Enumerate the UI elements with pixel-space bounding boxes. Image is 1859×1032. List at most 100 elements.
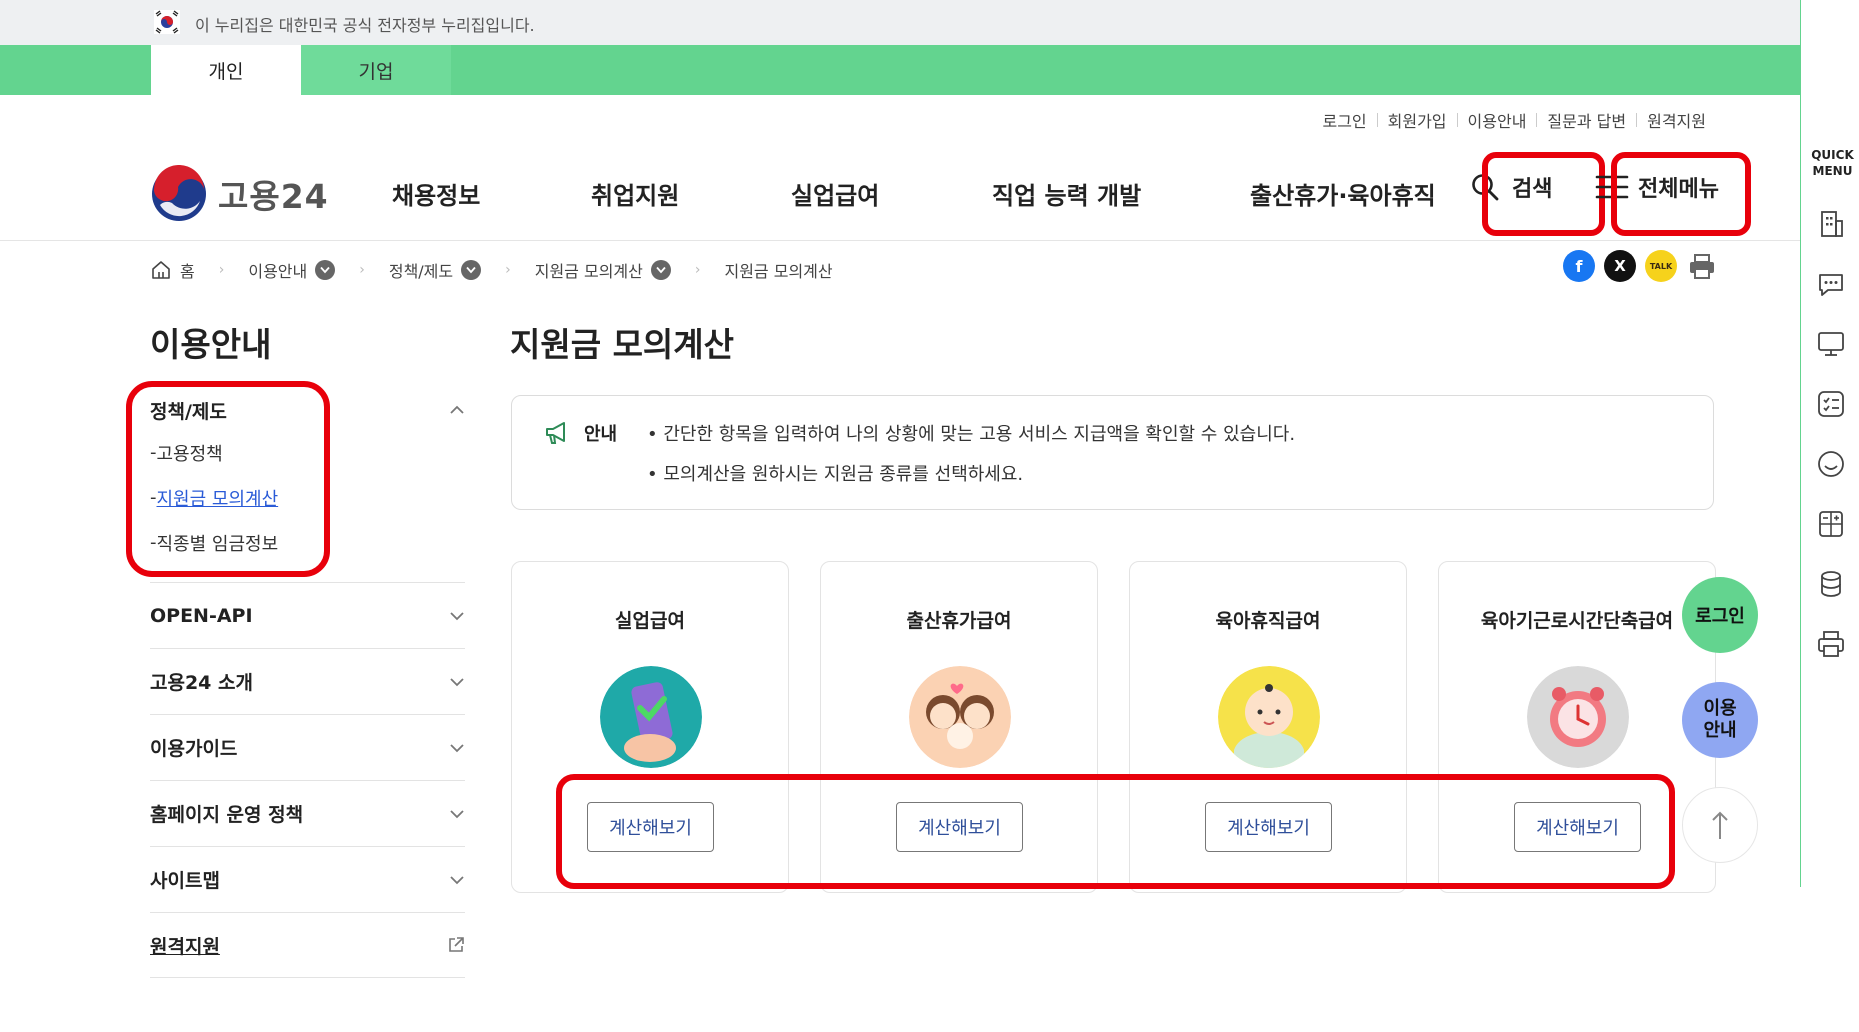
quick-menu-title: QUICK MENU <box>1806 147 1859 179</box>
korea-flag-icon <box>154 10 180 34</box>
printer-icon[interactable] <box>1816 629 1846 659</box>
lnb-section-label: 사이트맵 <box>150 870 220 892</box>
breadcrumb-home[interactable]: 홈 <box>150 258 195 282</box>
phone-check-illustration-icon <box>600 666 702 768</box>
quick-menu-title-line: MENU <box>1812 164 1853 178</box>
alarm-clock-illustration-icon <box>1527 666 1629 768</box>
notice-label: 안내 <box>544 420 617 446</box>
utility-links: 로그인 회원가입 이용안내 질문과 답변 원격지원 <box>1312 108 1716 132</box>
signup-link[interactable]: 회원가입 <box>1378 108 1457 132</box>
gov-banner-text: 이 누리집은 대한민국 공식 전자정부 누리집입니다. <box>195 16 535 35</box>
highlight-search <box>1482 152 1605 236</box>
calculator-icon[interactable] <box>1816 509 1846 539</box>
floating-login-button[interactable]: 로그인 <box>1682 577 1758 653</box>
lnb-section-label: OPEN-API <box>150 604 253 627</box>
chevron-right-icon: › <box>218 262 225 278</box>
print-icon[interactable] <box>1686 250 1718 282</box>
notice-label-text: 안내 <box>584 424 618 445</box>
external-link-icon <box>449 937 464 952</box>
megaphone-icon <box>546 422 565 444</box>
breadcrumb-policy[interactable]: 정책/제도 <box>388 258 482 282</box>
scroll-top-button[interactable] <box>1682 787 1758 863</box>
chevron-up-icon <box>450 405 464 414</box>
nav-maternity-parental-leave[interactable]: 출산휴가·육아휴직 <box>1250 176 1436 211</box>
card-title: 육아기근로시간단축급여 <box>1480 610 1674 632</box>
card-title: 출산휴가급여 <box>906 610 1012 632</box>
checklist-icon[interactable] <box>1816 389 1846 419</box>
audience-tab-bar: 개인 기업 <box>0 45 1800 95</box>
breadcrumb-current: 지원금 모의계산 <box>724 258 832 282</box>
quick-menu-title-line: QUICK <box>1811 148 1854 162</box>
remote-support-link[interactable]: 원격지원 <box>1637 108 1716 132</box>
tab-business[interactable]: 기업 <box>301 45 451 95</box>
notice-line: • 간단한 항목을 입력하여 나의 상황에 맞는 고용 서비스 지급액을 확인할… <box>647 424 1296 445</box>
card-title: 실업급여 <box>615 610 685 632</box>
chevron-right-icon: › <box>505 262 511 278</box>
quick-menu-divider <box>1800 0 1801 887</box>
nav-employment-support[interactable]: 취업지원 <box>591 176 679 211</box>
page-title: 지원금 모의계산 <box>510 325 735 364</box>
arrow-up-icon <box>1712 811 1728 839</box>
lnb-section-site-policy[interactable]: 홈페이지 운영 정책 <box>150 780 465 846</box>
smile-icon[interactable] <box>1816 449 1846 479</box>
nav-job-info[interactable]: 채용정보 <box>392 176 480 211</box>
lnb-section-remote-support[interactable]: 원격지원 <box>150 912 465 978</box>
chat-bubble-icon[interactable] <box>1816 269 1846 299</box>
lnb-section-label: 이용가이드 <box>150 738 238 760</box>
chevron-down-icon <box>450 875 464 884</box>
highlight-lnb-policy <box>126 381 330 577</box>
chevron-right-icon: › <box>694 262 701 278</box>
chevron-down-icon <box>450 677 464 686</box>
chevron-down-icon[interactable] <box>461 260 482 280</box>
breadcrumb: 홈 › 이용안내 › 정책/제도 › 지원금 모의계산 › 지원금 모의계산 <box>150 255 833 285</box>
lnb-section-label: 원격지원 <box>150 935 220 958</box>
breadcrumb-current-label: 지원금 모의계산 <box>724 262 833 281</box>
notice-box: 안내 • 간단한 항목을 입력하여 나의 상황에 맞는 고용 서비스 지급액을 … <box>511 395 1714 510</box>
database-icon[interactable] <box>1816 569 1846 599</box>
facebook-icon[interactable]: f <box>1563 250 1595 282</box>
kakao-glyph: TALK <box>1649 261 1673 271</box>
gov-banner: 이 누리집은 대한민국 공식 전자정부 누리집입니다. <box>0 0 1800 45</box>
floating-guide-button[interactable]: 이용 안내 <box>1682 682 1758 758</box>
breadcrumb-guide-label: 이용안내 <box>248 262 308 281</box>
building-icon[interactable] <box>1816 209 1846 239</box>
breadcrumb-policy-label: 정책/제도 <box>388 262 454 281</box>
logo-text: 고용24 <box>218 177 329 216</box>
lnb-section-open-api[interactable]: OPEN-API <box>150 582 465 648</box>
floating-guide-label: 이용 <box>1703 698 1737 719</box>
kakao-talk-icon[interactable]: TALK <box>1645 250 1677 282</box>
card-title: 육아휴직급여 <box>1215 610 1321 632</box>
breadcrumb-guide[interactable]: 이용안내 <box>248 258 336 282</box>
breadcrumb-calculator-label: 지원금 모의계산 <box>534 262 643 281</box>
site-logo[interactable]: 고용24 <box>150 165 329 223</box>
facebook-glyph: f <box>1575 256 1583 276</box>
notice-line-text: 모의계산을 원하시는 지원금 종류를 선택하세요. <box>663 464 1024 485</box>
lnb-section-sitemap[interactable]: 사이트맵 <box>150 846 465 912</box>
header-divider <box>0 240 1800 241</box>
qna-link[interactable]: 질문과 답변 <box>1537 108 1636 132</box>
x-glyph: X <box>1614 257 1626 275</box>
breadcrumb-home-label: 홈 <box>180 262 195 281</box>
lnb-section-label: 고용24 소개 <box>150 672 253 694</box>
chevron-down-icon[interactable] <box>650 260 671 280</box>
nav-vocational-training[interactable]: 직업 능력 개발 <box>992 176 1141 211</box>
floating-guide-label: 안내 <box>1703 720 1737 741</box>
tab-personal[interactable]: 개인 <box>151 45 301 95</box>
lnb-section-usage-guide[interactable]: 이용가이드 <box>150 714 465 780</box>
monitor-icon[interactable] <box>1816 329 1846 359</box>
chevron-down-icon <box>450 611 464 620</box>
home-icon <box>152 261 170 279</box>
breadcrumb-calculator[interactable]: 지원금 모의계산 <box>535 258 671 282</box>
x-icon[interactable]: X <box>1604 250 1636 282</box>
chevron-down-icon[interactable] <box>315 260 336 280</box>
family-illustration-icon <box>909 666 1011 768</box>
chevron-down-icon <box>450 743 464 752</box>
lnb-section-about[interactable]: 고용24 소개 <box>150 648 465 714</box>
nav-unemployment-benefit[interactable]: 실업급여 <box>791 176 879 211</box>
lnb-title: 이용안내 <box>150 325 272 364</box>
chevron-right-icon: › <box>359 262 365 278</box>
guide-link[interactable]: 이용안내 <box>1458 108 1537 132</box>
login-link[interactable]: 로그인 <box>1312 108 1376 132</box>
share-buttons: f X TALK <box>1563 250 1718 282</box>
highlight-all-menu <box>1611 152 1751 236</box>
